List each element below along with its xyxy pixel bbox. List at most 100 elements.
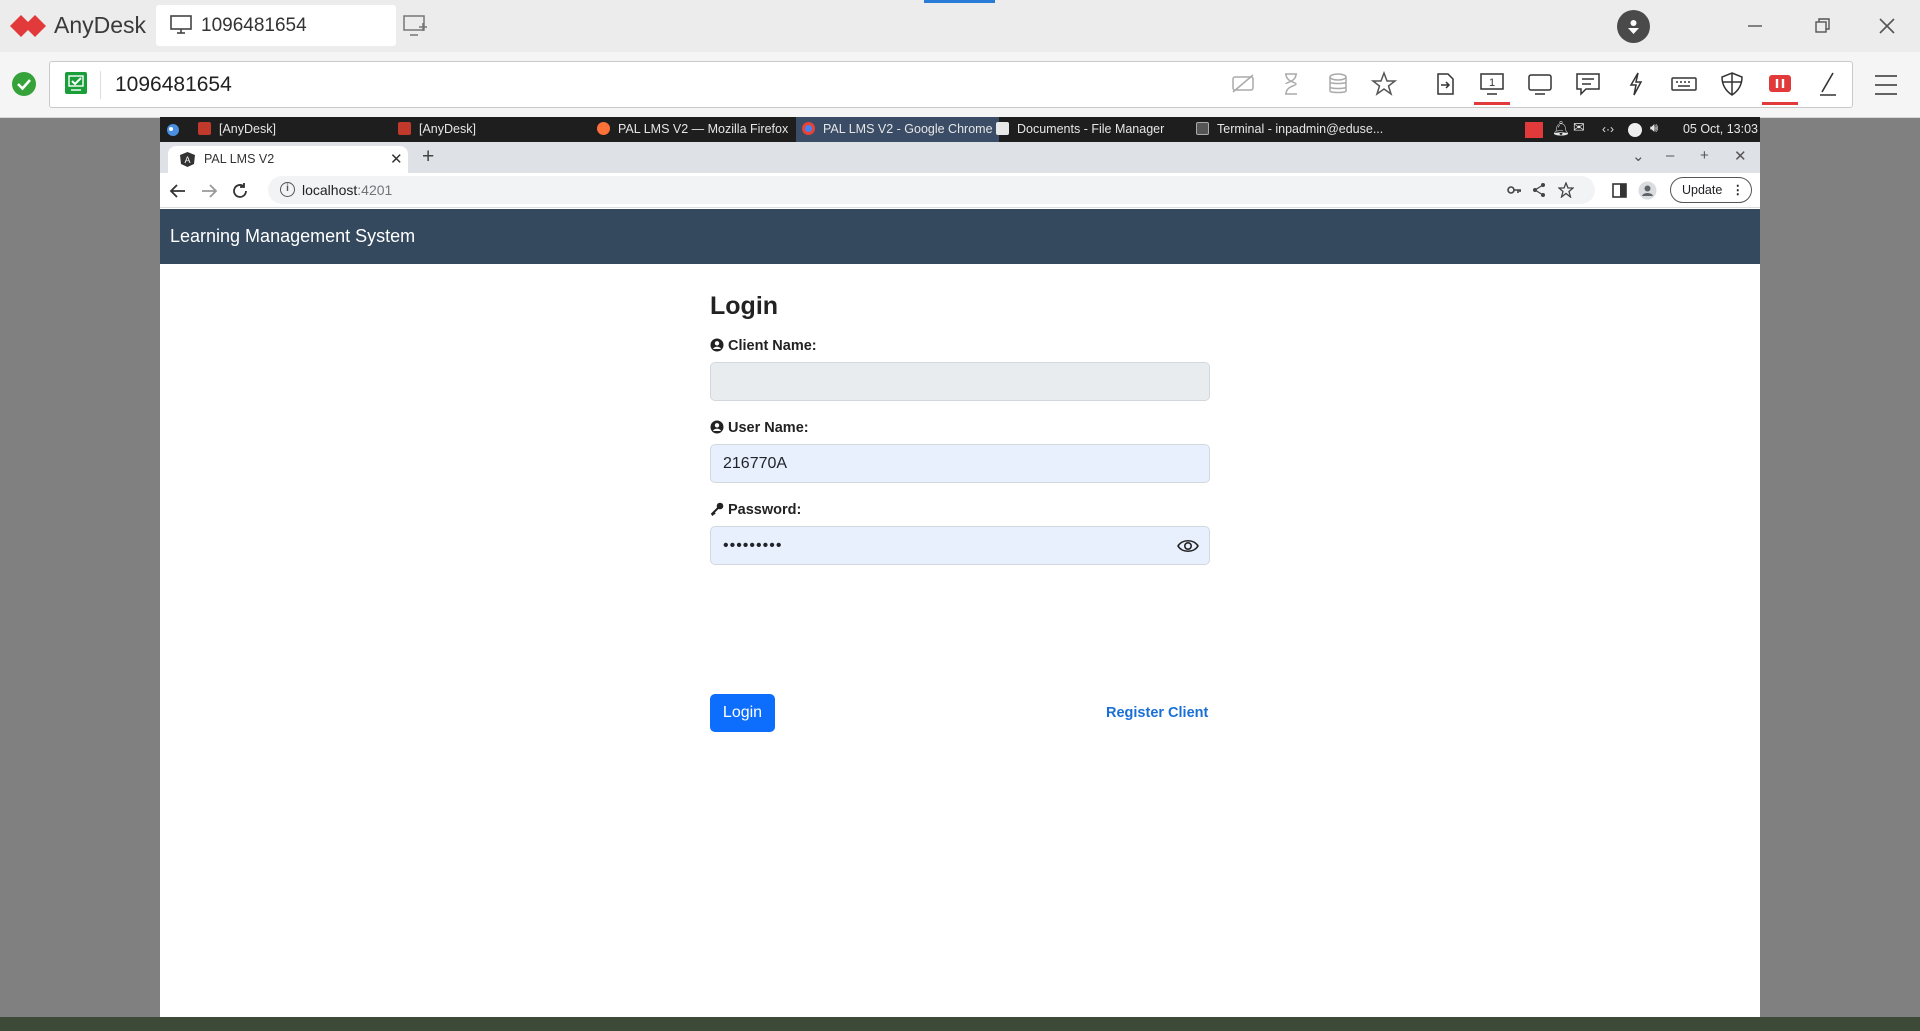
minimize-icon[interactable] (1742, 13, 1768, 39)
network-icon[interactable]: ‹·› (1602, 117, 1614, 142)
task-file-manager[interactable]: Documents - File Manager (996, 117, 1164, 142)
anydesk-tray-icon[interactable] (1525, 122, 1543, 138)
profile-avatar-icon[interactable] (1638, 181, 1657, 200)
update-button[interactable]: Update ⋮ (1670, 177, 1752, 203)
mail-icon[interactable]: ✉ (1573, 119, 1585, 136)
password-label-text: Password: (728, 502, 802, 518)
file-transfer-icon[interactable] (1431, 70, 1459, 98)
active-indicator (924, 0, 995, 3)
share-icon[interactable] (1531, 182, 1547, 198)
database-icon[interactable] (1324, 70, 1352, 98)
hourglass-icon[interactable] (1277, 70, 1305, 98)
maximize-icon[interactable]: + (1700, 147, 1709, 164)
user-circle-icon (710, 420, 724, 434)
pen-icon[interactable] (1814, 70, 1842, 98)
svg-text:1: 1 (1489, 77, 1495, 89)
tab-pal-lms[interactable]: A PAL LMS V2 ✕ (168, 146, 408, 173)
url-text: localhost:4201 (302, 182, 392, 198)
user-circle-icon (710, 338, 724, 352)
connected-status-icon (12, 72, 36, 96)
task-label: [AnyDesk] (219, 122, 276, 136)
menu-icon[interactable] (1872, 72, 1900, 98)
task-anydesk-2[interactable]: [AnyDesk] (398, 117, 476, 142)
shield-icon[interactable] (1718, 70, 1746, 98)
firefox-icon (597, 122, 610, 135)
keyboard-icon[interactable] (1670, 70, 1698, 98)
address-value: 1096481654 (115, 73, 232, 96)
anydesk-title-bar: AnyDesk 1096481654 (0, 0, 1920, 52)
app-title: Learning Management System (170, 226, 416, 246)
register-client-link[interactable]: Register Client (1106, 705, 1208, 721)
divider (100, 71, 101, 99)
anydesk-icon (198, 122, 211, 135)
forward-icon[interactable] (198, 180, 220, 202)
client-name-label: Client Name: (710, 338, 817, 354)
recording-icon[interactable] (1762, 70, 1798, 105)
task-firefox[interactable]: PAL LMS V2 — Mozilla Firefox (597, 117, 788, 142)
update-label: Update (1682, 183, 1723, 197)
address-bar[interactable]: i localhost:4201 (268, 176, 1595, 204)
remote-screen[interactable]: [AnyDesk] [AnyDesk] PAL LMS V2 — Mozilla… (160, 117, 1760, 1017)
close-icon[interactable]: ✕ (1734, 147, 1747, 165)
star-icon[interactable] (1370, 70, 1398, 98)
login-button[interactable]: Login (710, 694, 775, 732)
download-arrow-icon (1628, 20, 1639, 34)
task-label: PAL LMS V2 - Google Chrome (823, 122, 993, 136)
clock[interactable]: 05 Oct, 13:03 (1683, 117, 1758, 142)
chrome-tab-strip: A PAL LMS V2 ✕ + ⌄ – + ✕ (160, 142, 1760, 173)
task-chrome[interactable]: PAL LMS V2 - Google Chrome (796, 117, 999, 142)
session-tab[interactable]: 1096481654 (156, 5, 396, 46)
task-terminal[interactable]: Terminal - inpadmin@eduse... (1196, 117, 1383, 142)
display-icon[interactable] (1526, 70, 1554, 98)
anydesk-address-bar: 1096481654 1 (0, 52, 1920, 118)
task-anydesk-1[interactable]: [AnyDesk] (198, 117, 276, 142)
new-tab-icon[interactable]: + (422, 145, 434, 169)
site-info-icon[interactable]: i (280, 182, 295, 197)
close-icon[interactable] (1874, 13, 1900, 39)
password-value: ••••••••• (723, 537, 783, 554)
side-panel-icon[interactable] (1612, 183, 1627, 198)
key-icon[interactable] (1506, 182, 1522, 198)
chrome-toolbar: i localhost:4201 Update ⋮ (160, 173, 1760, 208)
volume-icon[interactable]: 🔊︎ (1650, 120, 1658, 136)
key-icon (710, 502, 724, 517)
bookmark-star-icon[interactable] (1558, 182, 1574, 198)
angular-icon: A (180, 152, 195, 167)
terminal-icon (1196, 122, 1209, 135)
show-password-icon[interactable] (1177, 537, 1199, 555)
password-label: Password: (710, 502, 801, 518)
minimize-icon[interactable]: – (1666, 147, 1674, 164)
power-icon[interactable] (1628, 123, 1642, 137)
more-options-icon[interactable]: ⋮ (1732, 178, 1745, 202)
new-session-icon[interactable] (403, 15, 429, 37)
tab-search-icon[interactable]: ⌄ (1632, 147, 1645, 165)
app-name: AnyDesk (54, 12, 147, 38)
client-name-label-text: Client Name: (728, 338, 817, 354)
chat-icon[interactable] (1574, 70, 1602, 98)
session-tab-label: 1096481654 (201, 15, 307, 36)
client-name-input[interactable] (710, 362, 1210, 401)
task-label: Documents - File Manager (1017, 122, 1165, 136)
lightning-icon[interactable] (1622, 70, 1650, 98)
tab-title: PAL LMS V2 (204, 152, 275, 166)
svg-text:A: A (184, 155, 190, 165)
url-host: localhost (302, 182, 358, 198)
url-port: :4201 (357, 182, 393, 198)
privacy-icon[interactable] (1229, 70, 1257, 98)
task-label: Terminal - inpadmin@eduse... (1217, 122, 1384, 136)
app-header: Learning Management System (160, 209, 1760, 264)
xfce-menu-icon[interactable] (166, 123, 180, 137)
tab-close-icon[interactable]: ✕ (390, 150, 403, 168)
taskbar: [AnyDesk] [AnyDesk] PAL LMS V2 — Mozilla… (160, 117, 1760, 142)
monitor-1-icon[interactable]: 1 (1474, 70, 1510, 105)
password-input[interactable]: ••••••••• (710, 526, 1210, 565)
verified-icon (65, 72, 87, 94)
bell-icon[interactable]: 🔔︎ (1552, 120, 1570, 137)
login-heading: Login (710, 292, 779, 320)
back-icon[interactable] (167, 180, 189, 202)
restore-icon[interactable] (1809, 13, 1835, 39)
profile-icon[interactable] (1617, 10, 1650, 43)
anydesk-icon (398, 122, 411, 135)
user-name-input[interactable]: 216770A (710, 444, 1210, 483)
reload-icon[interactable] (229, 180, 251, 202)
